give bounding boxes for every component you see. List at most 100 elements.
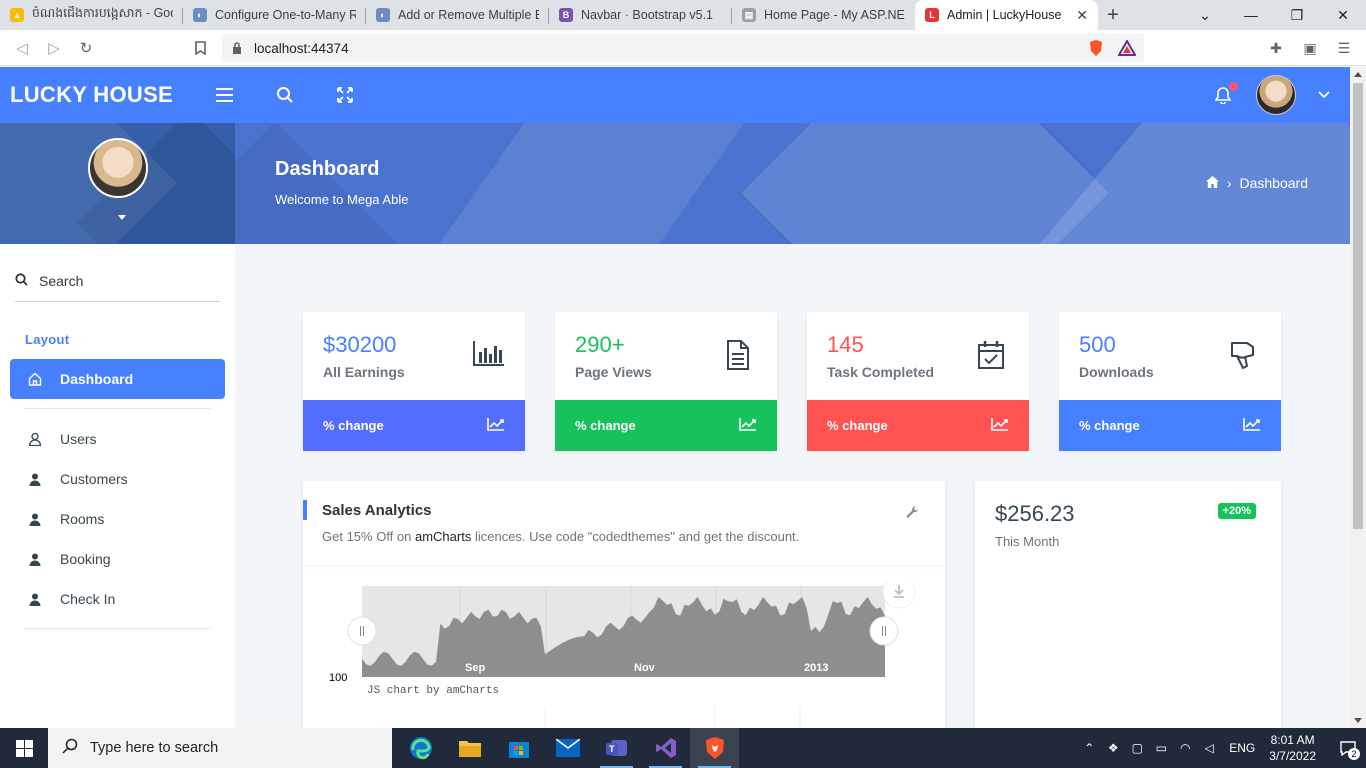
stat-label: All Earnings	[323, 364, 405, 380]
sidebar-item-customers[interactable]: Customers	[10, 459, 225, 499]
chevron-down-icon[interactable]	[1314, 91, 1334, 99]
menu-toggle-icon[interactable]	[195, 67, 255, 123]
divider	[24, 628, 211, 629]
taskbar-search[interactable]: Type here to search	[48, 728, 392, 768]
home-icon[interactable]	[1205, 175, 1219, 191]
teams-app-icon[interactable]: T	[592, 728, 641, 768]
sales-chart[interactable]: Sep Nov 2013 100 JS chart by amCharts	[303, 575, 945, 728]
y-axis-value: 100	[329, 672, 347, 684]
stat-value: 290+	[575, 332, 625, 357]
volume-icon[interactable]: ◁	[1197, 728, 1221, 768]
breadcrumb-separator: ›	[1226, 175, 1232, 191]
scroll-grip-right[interactable]	[869, 616, 899, 646]
battery-icon[interactable]: ▭	[1149, 728, 1173, 768]
sidebar-profile	[0, 123, 235, 244]
stat-footer-label: % change	[575, 418, 636, 433]
breadcrumb-item[interactable]: Dashboard	[1240, 175, 1309, 191]
browser-tab-strip: ▲ ចំណងជើងការបង្កេសាក - Goo ◐ Configure One-…	[0, 0, 1366, 30]
tab-title: Home Page - My ASP.NET A	[764, 8, 905, 22]
amcharts-link[interactable]: amCharts	[415, 529, 471, 544]
meet-icon[interactable]: ▢	[1125, 728, 1149, 768]
tab-favicon: ▤	[742, 8, 756, 22]
trend-up-icon	[991, 417, 1009, 434]
action-center-icon[interactable]: 2	[1330, 728, 1366, 768]
scroll-grip-left[interactable]	[347, 616, 377, 646]
network-app-icon[interactable]: ❖	[1101, 728, 1125, 768]
store-app-icon[interactable]	[494, 728, 543, 768]
restore-button[interactable]: ❐	[1274, 0, 1320, 30]
fullscreen-icon[interactable]	[315, 67, 375, 123]
browser-tab[interactable]: ◐ Add or Remove Multiple En	[366, 0, 549, 30]
clock-time: 8:01 AM	[1270, 733, 1315, 747]
close-window-button[interactable]: ✕	[1320, 0, 1366, 30]
file-explorer-icon[interactable]	[445, 728, 494, 768]
sidebar-item-label: Booking	[60, 551, 111, 567]
extensions-icon[interactable]: ✚	[1264, 34, 1288, 62]
revenue-card: $256.23 This Month +20%	[975, 481, 1281, 728]
reload-button[interactable]: ↻	[70, 32, 102, 64]
divider	[24, 408, 211, 409]
user-icon	[28, 512, 42, 526]
browser-tab[interactable]: B Navbar · Bootstrap v5.1	[549, 0, 732, 30]
scroll-down-arrow[interactable]	[1354, 718, 1362, 723]
page-scrollbar[interactable]	[1350, 67, 1366, 728]
forward-button[interactable]: ▷	[38, 32, 70, 64]
trend-up-icon	[487, 417, 505, 434]
tab-search-icon[interactable]: ⌄	[1182, 0, 1228, 30]
back-button[interactable]: ◁	[6, 32, 38, 64]
user-icon	[28, 472, 42, 486]
stat-footer[interactable]: % change	[555, 400, 777, 451]
user-avatar[interactable]	[1256, 75, 1296, 115]
tab-title: Admin | LuckyHouse	[947, 8, 1062, 22]
download-icon[interactable]	[882, 575, 916, 609]
stat-footer[interactable]: % change	[1059, 400, 1281, 451]
brave-rewards-icon[interactable]	[1117, 38, 1137, 59]
stat-label: Task Completed	[827, 364, 935, 380]
input-language[interactable]: ENG	[1229, 741, 1255, 755]
browser-tab[interactable]: ◐ Configure One-to-Many Re	[183, 0, 366, 30]
minimize-button[interactable]: —	[1228, 0, 1274, 30]
close-tab-icon[interactable]: ✕	[1076, 7, 1088, 24]
sidebar-item-users[interactable]: Users	[10, 419, 225, 459]
sales-analytics-card: Sales Analytics Get 15% Off on amCharts …	[303, 481, 945, 728]
brave-app-icon[interactable]	[690, 728, 739, 768]
sidebar-item-dashboard[interactable]: Dashboard	[10, 359, 225, 399]
wallet-icon[interactable]: ▣	[1298, 34, 1322, 62]
brave-shield-icon[interactable]	[1088, 39, 1104, 60]
mail-app-icon[interactable]	[543, 728, 592, 768]
edge-app-icon[interactable]	[396, 728, 445, 768]
notification-bell-icon[interactable]	[1208, 80, 1238, 110]
windows-start-icon[interactable]	[0, 728, 48, 768]
chart-credit[interactable]: JS chart by amCharts	[367, 685, 499, 697]
browser-menu-icon[interactable]: ☰	[1332, 34, 1356, 62]
stat-footer[interactable]: % change	[807, 400, 1029, 451]
tab-title: Configure One-to-Many Re	[215, 8, 356, 22]
search-icon[interactable]	[255, 67, 315, 123]
system-tray: ⌃ ❖ ▢ ▭ ◠ ◁ ENG 8:01 AM 3/7/2022 2	[1077, 728, 1366, 768]
browser-tab[interactable]: ▤ Home Page - My ASP.NET A	[732, 0, 915, 30]
brand-logo[interactable]: LUCKY HOUSE	[10, 82, 195, 108]
new-tab-button[interactable]: +	[1098, 0, 1128, 30]
scroll-up-arrow[interactable]	[1354, 72, 1362, 77]
sidebar-search[interactable]: Search	[15, 268, 220, 302]
caret-down-icon[interactable]	[118, 215, 126, 220]
browser-tab-active[interactable]: L Admin | LuckyHouse ✕	[915, 0, 1098, 30]
stat-footer[interactable]: % change	[303, 400, 525, 451]
address-bar[interactable]: localhost:44374	[222, 34, 1144, 62]
browser-tab[interactable]: ▲ ចំណងជើងការបង្កេសាក - Goo	[0, 0, 183, 30]
breadcrumb: › Dashboard	[1205, 175, 1309, 191]
sidebar-item-rooms[interactable]: Rooms	[10, 499, 225, 539]
wifi-icon[interactable]: ◠	[1173, 728, 1197, 768]
calendar-check-icon	[977, 340, 1011, 372]
visual-studio-icon[interactable]	[641, 728, 690, 768]
profile-avatar[interactable]	[88, 138, 148, 198]
bookmark-icon[interactable]	[184, 32, 216, 64]
chevron-up-icon[interactable]: ⌃	[1077, 728, 1101, 768]
system-clock[interactable]: 8:01 AM 3/7/2022	[1269, 732, 1316, 764]
scroll-thumb[interactable]	[1353, 83, 1363, 529]
wrench-icon[interactable]	[906, 506, 919, 524]
sidebar-item-label: Dashboard	[60, 371, 134, 387]
stat-card: 500 Downloads % change	[1059, 312, 1281, 451]
sidebar-item-booking[interactable]: Booking	[10, 539, 225, 579]
sidebar-item-check-in[interactable]: Check In	[10, 579, 225, 619]
